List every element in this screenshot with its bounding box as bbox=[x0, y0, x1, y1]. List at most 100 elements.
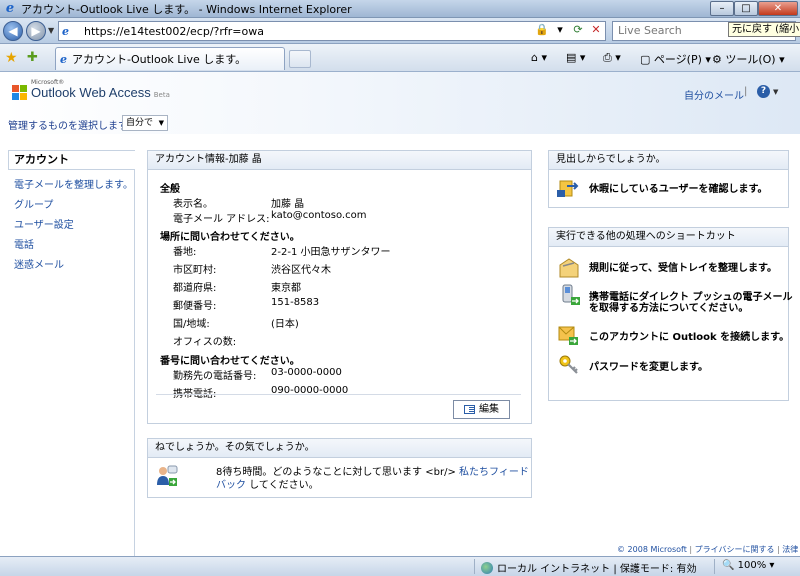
zoom-level: 100% bbox=[737, 560, 767, 571]
security-zone[interactable]: ローカル イントラネット | 保護モード: 有効 bbox=[481, 560, 696, 575]
feedback-text-before: 8待ち時間。どのようなことに対して思います <br/> bbox=[216, 467, 460, 478]
help-icon[interactable]: ? bbox=[757, 85, 770, 98]
manage-select[interactable]: 自分で ▼ bbox=[122, 115, 168, 131]
inbox-rules-icon bbox=[559, 258, 579, 278]
shortcut-mobile-push-line1[interactable]: 携帯電話にダイレクト プッシュの電子メール bbox=[589, 292, 792, 303]
window-title-bar: e アカウント-Outlook Live します。 - Windows Inte… bbox=[0, 0, 800, 18]
header-separator: | bbox=[744, 86, 748, 97]
page-icon: e bbox=[62, 24, 69, 38]
field-label: 市区町村: bbox=[173, 265, 217, 276]
minimize-button[interactable]: – bbox=[710, 1, 734, 16]
forward-button[interactable]: ▶ bbox=[26, 21, 46, 41]
security-zone-text: ローカル イントラネット | 保護モード: 有効 bbox=[497, 564, 697, 575]
field-value-country: (日本) bbox=[271, 319, 299, 330]
vacation-users-icon bbox=[557, 180, 579, 197]
maximize-button[interactable]: □ bbox=[734, 1, 758, 16]
owa-logo: Microsoft® Outlook Web Access Beta bbox=[12, 79, 170, 100]
address-bar: ◀ ▶ ▼ e https://e14test002/ecp/?rfr=owa … bbox=[0, 18, 800, 44]
field-label: オフィスの数: bbox=[173, 337, 237, 348]
page-content: Microsoft® Outlook Web Access Beta 自分のメール… bbox=[0, 72, 800, 556]
feedback-people-icon bbox=[157, 465, 178, 486]
panel-divider bbox=[156, 394, 521, 395]
mobile-push-icon bbox=[562, 284, 580, 305]
field-label: 表示名。 bbox=[173, 199, 213, 210]
field-value-work-phone: 03-0000-0000 bbox=[271, 367, 342, 378]
chevron-down-icon: ▼ bbox=[158, 119, 164, 127]
account-info-panel: アカウント情報-加藤 晶 全般 表示名。 加藤 晶 電子メール アドレス: ka… bbox=[147, 150, 532, 424]
field-label: 国/地域: bbox=[173, 319, 210, 330]
command-bar: ★ ✚ e アカウント-Outlook Live します。 ⌂ ▾ ▤ ▾ ⎙ … bbox=[0, 44, 800, 72]
window-title: アカウント-Outlook Live します。 - Windows Intern… bbox=[21, 2, 352, 16]
account-info-title: アカウント情報-加藤 晶 bbox=[148, 151, 531, 170]
new-tab-button[interactable] bbox=[289, 50, 311, 68]
my-mail-link[interactable]: 自分のメール bbox=[684, 87, 744, 102]
field-value-street: 2-2-1 小田急サザンタワー bbox=[271, 247, 391, 258]
nav-item-user-settings[interactable]: ユーザー設定 bbox=[14, 216, 74, 231]
field-value-display-name: 加藤 晶 bbox=[271, 199, 305, 210]
restore-tooltip: 元に戻す (縮小) bbox=[728, 22, 800, 37]
stop-icon[interactable]: ✕ bbox=[589, 23, 603, 36]
add-favorites-icon[interactable]: ✚ bbox=[27, 50, 38, 65]
nav-item-organize-mail[interactable]: 電子メールを整理します。 bbox=[14, 176, 133, 191]
tools-menu[interactable]: ⚙ ツール(O) ▾ bbox=[712, 51, 785, 67]
page-menu[interactable]: ▢ ページ(P) ▾ bbox=[640, 51, 711, 67]
tab-page-icon: e bbox=[60, 52, 67, 66]
field-value-city: 渋谷区代々木 bbox=[271, 265, 331, 276]
manage-label: 管理するものを選択します。 bbox=[8, 121, 137, 132]
tab-label: アカウント-Outlook Live します。 bbox=[72, 53, 247, 66]
owa-header: Microsoft® Outlook Web Access Beta 自分のメール… bbox=[0, 72, 800, 134]
close-button[interactable]: ✕ bbox=[758, 1, 798, 16]
window-controls: – □ ✕ bbox=[710, 1, 798, 16]
shortcuts-title: 実行できる他の処理へのショートカット bbox=[549, 228, 788, 247]
globe-icon bbox=[481, 561, 493, 574]
print-icon[interactable]: ⎙ ▾ bbox=[603, 51, 621, 65]
field-value-email: kato@contoso.com bbox=[271, 210, 367, 221]
key-icon bbox=[559, 355, 578, 374]
page-menu-label: ページ(P) bbox=[653, 53, 702, 66]
left-navigation: アカウント 電子メールを整理します。 グループ ユーザー設定 電話 迷惑メール bbox=[0, 150, 135, 556]
field-label: 番地: bbox=[173, 247, 197, 258]
field-value-postal-code: 151-8583 bbox=[271, 297, 320, 308]
history-dropdown-icon[interactable]: ▼ bbox=[48, 26, 54, 35]
lookup-panel: 見出しからでしょうか。 休暇にしているユーザーを確認します。 bbox=[548, 150, 789, 208]
favorites-star-icon[interactable]: ★ bbox=[5, 50, 18, 66]
vacation-users-link[interactable]: 休暇にしているユーザーを確認します。 bbox=[589, 184, 768, 195]
tab-account[interactable]: e アカウント-Outlook Live します。 bbox=[55, 47, 285, 70]
field-value-prefecture: 東京都 bbox=[271, 283, 301, 294]
edit-button[interactable]: 編集 bbox=[453, 400, 510, 419]
refresh-icon[interactable]: ⟳ bbox=[571, 23, 585, 36]
cert-icon[interactable]: ▾ bbox=[553, 23, 567, 36]
outlook-connect-icon bbox=[558, 326, 578, 345]
feeds-icon[interactable]: ▤ ▾ bbox=[566, 51, 585, 64]
edit-list-icon bbox=[464, 405, 475, 414]
footer-legal-link[interactable]: 法律 bbox=[782, 545, 798, 554]
url-field[interactable]: e https://e14test002/ecp/?rfr=owa 🔒 ▾ ⟳ … bbox=[58, 21, 606, 41]
ie-logo-icon: e bbox=[5, 0, 15, 16]
footer-privacy-link[interactable]: プライバシーに関する bbox=[695, 545, 775, 554]
zoom-control[interactable]: 🔍 100% ▾ bbox=[722, 560, 774, 571]
nav-item-phone[interactable]: 電話 bbox=[14, 236, 34, 251]
home-icon[interactable]: ⌂ ▾ bbox=[531, 51, 547, 64]
shortcut-change-password[interactable]: パスワードを変更します。 bbox=[589, 362, 708, 373]
lock-icon[interactable]: 🔒 bbox=[535, 23, 549, 36]
help-dropdown-icon[interactable]: ▼ bbox=[773, 88, 778, 96]
section-general-title: 全般 bbox=[160, 184, 180, 195]
field-label: 郵便番号: bbox=[173, 301, 217, 312]
url-text[interactable]: https://e14test002/ecp/?rfr=owa bbox=[84, 25, 264, 38]
footer-copyright: © 2008 Microsoft bbox=[617, 545, 687, 554]
feedback-text: 8待ち時間。どのようなことに対して思います <br/> 私たちフィードバック し… bbox=[216, 466, 536, 492]
shortcut-mobile-push-line2[interactable]: を取得する方法についてください。 bbox=[589, 303, 748, 314]
lookup-title: 見出しからでしょうか。 bbox=[549, 151, 788, 170]
field-label: 勤務先の電話番号: bbox=[173, 371, 257, 382]
shortcut-inbox-rules[interactable]: 規則に従って、受信トレイを整理します。 bbox=[589, 263, 777, 274]
nav-item-groups[interactable]: グループ bbox=[14, 196, 53, 211]
field-label: 都道府県: bbox=[173, 283, 217, 294]
feedback-panel: ねでしょうか。その気でしょうか。 8待ち時間。どのようなことに対して思います <… bbox=[147, 438, 532, 498]
manage-select-value: 自分で bbox=[126, 118, 154, 128]
shortcuts-panel: 実行できる他の処理へのショートカット 規則に従って、受信トレイを整理します。 携… bbox=[548, 227, 792, 401]
nav-item-junk-mail[interactable]: 迷惑メール bbox=[14, 256, 64, 271]
back-button[interactable]: ◀ bbox=[3, 21, 23, 41]
shortcut-connect-outlook[interactable]: このアカウントに Outlook を接続します。 bbox=[589, 332, 789, 343]
field-label: 携帯電話: bbox=[173, 385, 216, 400]
nav-item-account[interactable]: アカウント bbox=[8, 150, 135, 170]
